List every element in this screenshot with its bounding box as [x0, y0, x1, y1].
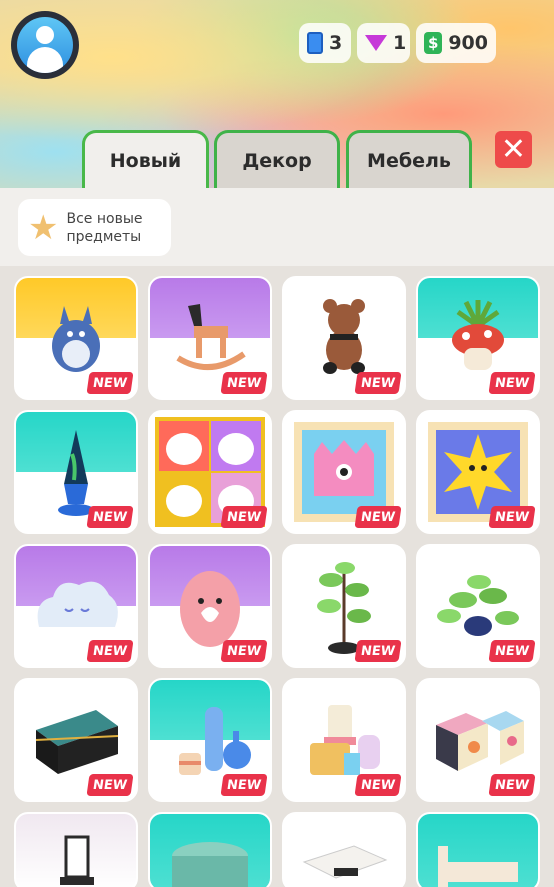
gems-counter[interactable]: 1 — [357, 23, 410, 63]
close-button[interactable]: ✕ — [495, 131, 532, 168]
item-card-teal-pouf[interactable] — [148, 812, 272, 887]
new-badge: NEW — [354, 506, 402, 528]
new-badge: NEW — [220, 506, 268, 528]
ticket-icon — [307, 32, 323, 54]
mushroom-planter-icon — [452, 300, 504, 370]
item-card-hanging-plant[interactable]: NEW — [416, 544, 540, 668]
item-card-vanity-case[interactable]: NEW — [14, 678, 138, 802]
new-badge: NEW — [488, 506, 536, 528]
item-card-chair[interactable] — [14, 812, 138, 887]
new-badge: NEW — [86, 640, 134, 662]
item-card-white-table[interactable] — [282, 812, 406, 887]
item-card-lava-lamp[interactable]: NEW — [14, 410, 138, 534]
table-icon — [302, 845, 388, 879]
tickets-value: 3 — [329, 32, 343, 54]
new-badge: NEW — [354, 640, 402, 662]
new-badge: NEW — [488, 640, 536, 662]
profile-avatar[interactable] — [11, 11, 79, 79]
item-card-bathroom-items[interactable]: NEW — [282, 678, 406, 802]
cash-icon: $ — [424, 32, 443, 54]
item-card-cloud-pillow[interactable]: NEW — [14, 544, 138, 668]
chair-icon — [60, 835, 94, 886]
rocking-horse-icon — [176, 304, 246, 371]
item-card-pink-monster-painting[interactable]: NEW — [282, 410, 406, 534]
gems-value: 1 — [393, 32, 407, 54]
gem-icon — [365, 35, 387, 51]
cash-value: 900 — [448, 32, 488, 54]
new-badge: NEW — [86, 774, 134, 796]
toy-blocks-icon — [436, 711, 524, 771]
item-card-vases-and-candle[interactable]: NEW — [148, 678, 272, 802]
item-card-rocking-horse[interactable]: NEW — [148, 276, 272, 400]
cash-counter[interactable]: $ 900 — [416, 23, 496, 63]
user-icon — [17, 17, 73, 73]
bed-icon — [438, 846, 518, 887]
new-badge: NEW — [86, 372, 134, 394]
item-card-tall-potted-plant[interactable]: NEW — [282, 544, 406, 668]
star-icon: ★ — [28, 207, 59, 248]
tab-new[interactable]: Новый — [82, 130, 209, 188]
vanity-case-icon — [35, 710, 119, 774]
new-badge: NEW — [220, 640, 268, 662]
tickets-counter[interactable]: 3 — [299, 23, 351, 63]
close-icon: ✕ — [500, 131, 527, 167]
pouf-icon — [172, 842, 248, 887]
item-card-mushroom-planter[interactable]: NEW — [416, 276, 540, 400]
item-card-bed[interactable] — [416, 812, 540, 887]
tab-decor[interactable]: Декор — [214, 130, 340, 188]
new-badge: NEW — [354, 774, 402, 796]
item-card-toy-blocks[interactable]: NEW — [416, 678, 540, 802]
item-card-brown-teddy-bear[interactable]: NEW — [282, 276, 406, 400]
bathroom-items-icon — [310, 705, 380, 775]
new-badge: NEW — [488, 774, 536, 796]
new-badge: NEW — [354, 372, 402, 394]
new-badge: NEW — [220, 372, 268, 394]
cloud-pillow-icon — [37, 581, 118, 627]
plush-icon — [52, 306, 100, 372]
new-badge: NEW — [220, 774, 268, 796]
hanging-plant-icon — [437, 575, 519, 636]
new-badge: NEW — [488, 372, 536, 394]
teddy-bear-icon — [323, 299, 365, 374]
item-card-cat-poster[interactable]: NEW — [148, 410, 272, 534]
item-card-pink-egg-lamp[interactable]: NEW — [148, 544, 272, 668]
egg-lamp-icon — [180, 571, 240, 647]
vases-icon — [179, 707, 251, 775]
new-badge: NEW — [86, 506, 134, 528]
filter-all-new[interactable]: ★ Все новые предметы — [18, 199, 171, 256]
tab-furniture[interactable]: Мебель — [346, 130, 472, 188]
item-card-blue-plush-creature[interactable]: NEW — [14, 276, 138, 400]
item-card-yellow-star-painting[interactable]: NEW — [416, 410, 540, 534]
filter-label: Все новые предметы — [66, 210, 143, 245]
